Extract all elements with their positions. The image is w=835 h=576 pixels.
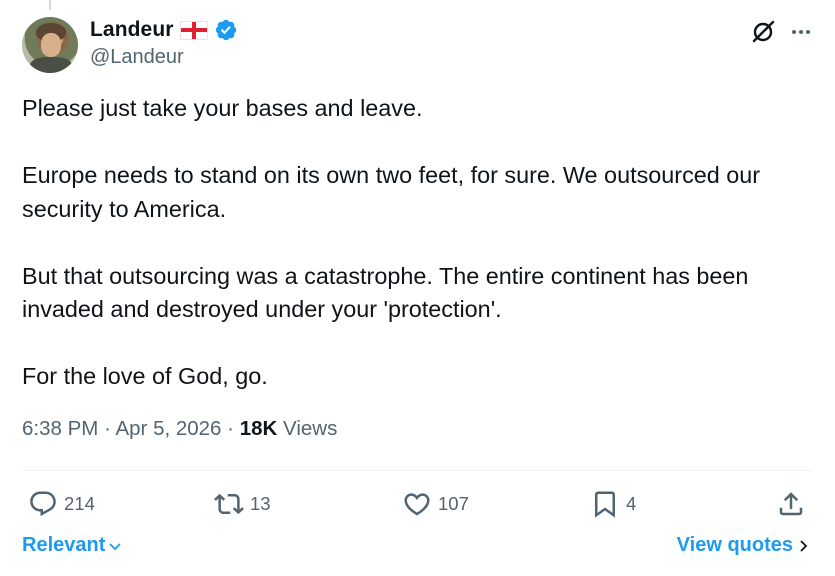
display-name-row: Landeur (90, 16, 238, 44)
grok-icon[interactable] (749, 18, 777, 46)
meta-separator: · (227, 417, 234, 440)
chevron-right-icon (800, 539, 808, 552)
tweet-paragraph: Please just take your bases and leave. (22, 95, 423, 121)
view-quotes-link[interactable]: View quotes (677, 534, 811, 557)
tweet-text: Please just take your bases and leave. E… (22, 92, 817, 394)
view-quotes-label: View quotes (676, 534, 793, 556)
meta-separator: · (104, 417, 111, 440)
tweet-meta: 6:38 PM · Apr 5, 2026 · 18K Views (22, 417, 337, 441)
tweet-time[interactable]: 6:38 PM (22, 417, 98, 440)
share-icon (779, 492, 803, 516)
more-options-icon[interactable] (789, 20, 813, 44)
action-bar: 214 13 107 4 (22, 486, 812, 522)
bookmark-icon (595, 491, 615, 518)
thread-line (49, 0, 51, 10)
tweet-paragraph: Europe needs to stand on its own two fee… (22, 162, 761, 222)
tweet-date[interactable]: Apr 5, 2026 (115, 417, 221, 440)
share-button[interactable] (776, 486, 806, 522)
heart-icon (404, 493, 430, 516)
reply-icon (30, 491, 56, 517)
tweet-paragraph: For the love of God, go. (22, 363, 268, 389)
divider (22, 470, 813, 471)
tweet-header: Landeur @Landeur (22, 16, 813, 76)
replies-footer: Relevant View quotes (22, 532, 813, 562)
views-label: Views (283, 417, 338, 440)
like-button[interactable]: 107 (402, 486, 469, 522)
chevron-down-icon (109, 542, 122, 550)
user-handle[interactable]: @Landeur (90, 46, 238, 69)
like-count: 107 (438, 493, 469, 514)
display-name[interactable]: Landeur (90, 18, 174, 42)
author-info: Landeur @Landeur (90, 16, 238, 69)
avatar[interactable] (22, 17, 78, 73)
repost-button[interactable]: 13 (214, 486, 271, 522)
views-count[interactable]: 18K (240, 417, 278, 440)
england-flag-icon (179, 20, 208, 40)
reply-count: 214 (64, 493, 95, 514)
sort-replies-dropdown[interactable]: Relevant (22, 534, 123, 557)
bookmark-button[interactable]: 4 (590, 486, 636, 522)
repost-icon (214, 493, 244, 515)
repost-count: 13 (250, 493, 271, 514)
reply-button[interactable]: 214 (28, 486, 95, 522)
sort-label: Relevant (22, 534, 106, 556)
bookmark-count: 4 (626, 493, 637, 514)
tweet-paragraph: But that outsourcing was a catastrophe. … (22, 262, 749, 323)
verified-badge-icon[interactable] (214, 18, 238, 42)
